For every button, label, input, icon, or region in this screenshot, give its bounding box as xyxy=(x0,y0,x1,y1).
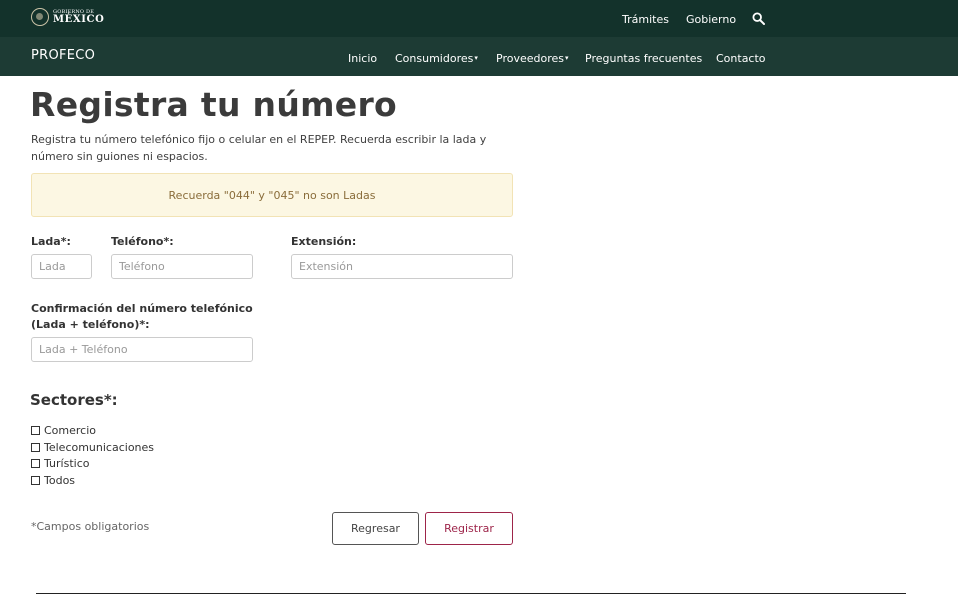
sector-checkbox-todos[interactable]: Todos xyxy=(31,474,75,487)
government-top-bar: GOBIERNO DE MÉXICO Trámites Gobierno xyxy=(0,0,958,37)
checkbox-label: Todos xyxy=(44,474,76,487)
profeco-navbar: PROFECO Inicio Consumidores▾ Proveedores… xyxy=(0,37,958,76)
confirmation-label-line-1: Confirmación del número telefónico xyxy=(31,302,253,315)
lada-input[interactable] xyxy=(31,254,92,279)
checkbox-label: Comercio xyxy=(44,424,97,437)
nav-item-proveedores[interactable]: Proveedores▾ xyxy=(496,52,569,65)
extension-label: Extensión: xyxy=(291,235,357,248)
nav-item-contacto[interactable]: Contacto xyxy=(716,52,766,65)
registrar-button[interactable]: Registrar xyxy=(425,512,513,545)
nav-item-inicio[interactable]: Inicio xyxy=(348,52,377,65)
extension-input[interactable] xyxy=(291,254,513,279)
telefono-input[interactable] xyxy=(111,254,253,279)
checkbox-icon[interactable] xyxy=(31,459,40,468)
caret-down-icon: ▾ xyxy=(565,54,569,62)
sector-checkbox-turistico[interactable]: Turístico xyxy=(31,457,89,470)
intro-text: Registra tu número telefónico fijo o cel… xyxy=(31,133,487,163)
nav-item-label: Consumidores xyxy=(395,52,474,65)
nav-item-label: Contacto xyxy=(716,52,766,65)
nav-item-label: Proveedores xyxy=(496,52,564,65)
checkbox-icon[interactable] xyxy=(31,426,40,435)
nav-item-label: Preguntas frecuentes xyxy=(585,52,703,65)
confirmation-label-line-2: (Lada + teléfono)*: xyxy=(31,318,150,331)
bottom-divider xyxy=(36,593,906,594)
profeco-brand[interactable]: PROFECO xyxy=(31,48,95,63)
nav-link-gobierno[interactable]: Gobierno xyxy=(686,13,736,26)
checkbox-icon[interactable] xyxy=(31,443,40,452)
alert-text: Recuerda "044" y "045" no son Ladas xyxy=(168,188,376,202)
regresar-button[interactable]: Regresar xyxy=(332,512,419,545)
checkbox-label: Turístico xyxy=(44,457,90,470)
required-fields-note: *Campos obligatorios xyxy=(31,520,150,533)
lada-warning-alert: Recuerda "044" y "045" no son Ladas xyxy=(31,173,513,217)
checkbox-label: Telecomunicaciones xyxy=(44,441,155,454)
page-title: Registra tu número xyxy=(30,85,398,124)
nav-item-label: Inicio xyxy=(348,52,378,65)
sector-checkbox-telecomunicaciones[interactable]: Telecomunicaciones xyxy=(31,441,154,454)
nav-item-consumidores[interactable]: Consumidores▾ xyxy=(395,52,478,65)
coat-of-arms-icon xyxy=(31,8,49,26)
sector-checkbox-comercio[interactable]: Comercio xyxy=(31,424,96,437)
lada-label: Lada*: xyxy=(31,235,71,248)
telefono-label: Teléfono*: xyxy=(111,235,174,248)
logo-big-text: MÉXICO xyxy=(53,13,105,25)
search-icon[interactable] xyxy=(752,12,765,25)
nav-item-preguntas-frecuentes[interactable]: Preguntas frecuentes xyxy=(585,52,702,65)
gobierno-de-mexico-logo[interactable]: GOBIERNO DE MÉXICO xyxy=(31,8,104,26)
nav-link-tramites[interactable]: Trámites xyxy=(622,13,669,26)
caret-down-icon: ▾ xyxy=(474,54,478,62)
confirmation-phone-input[interactable] xyxy=(31,337,253,362)
sectores-heading: Sectores*: xyxy=(30,391,118,409)
checkbox-icon[interactable] xyxy=(31,476,40,485)
